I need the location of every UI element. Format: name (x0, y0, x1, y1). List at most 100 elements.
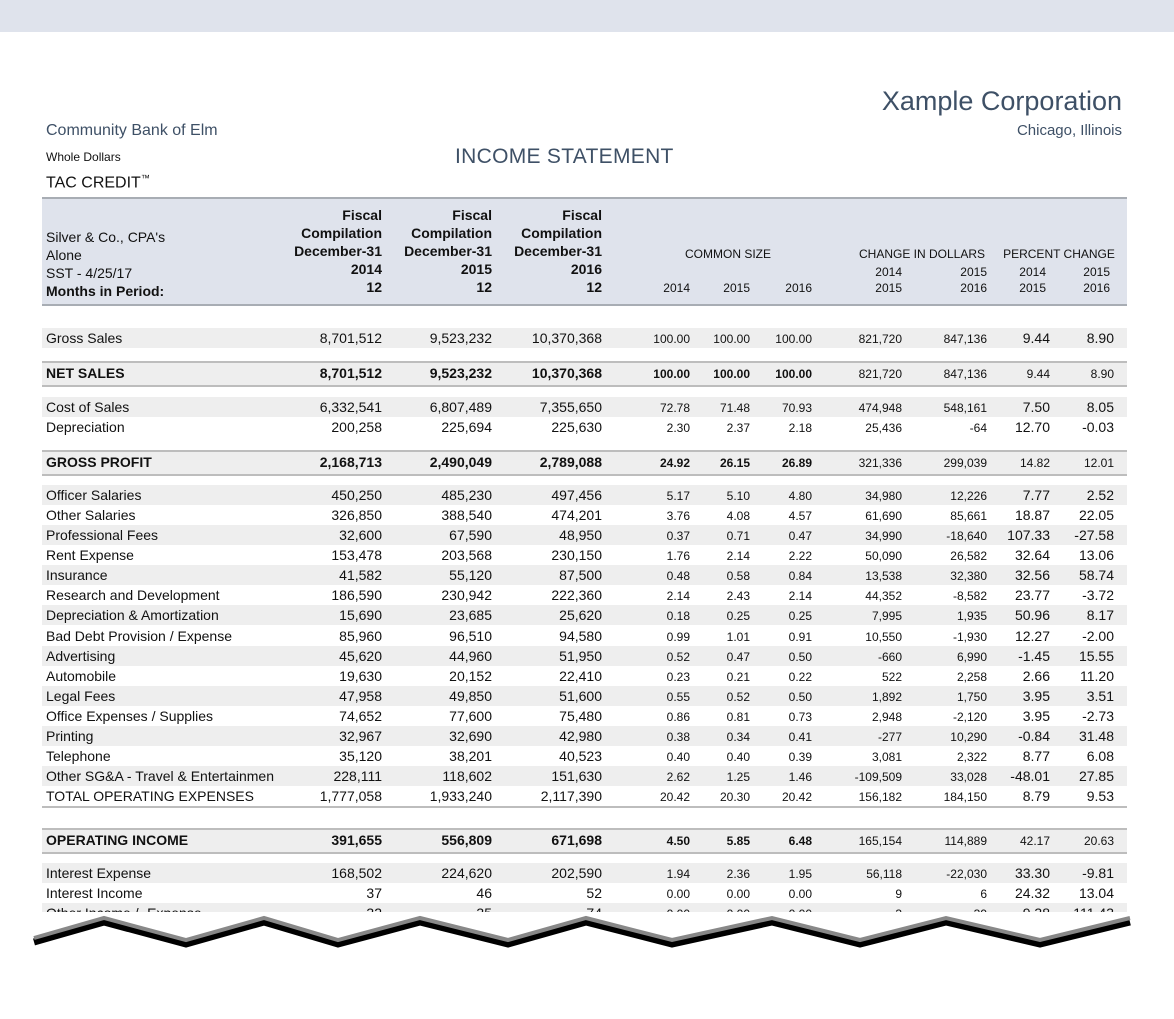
percent-change-value: 2.66 (1022, 668, 1050, 684)
percent-change-to-2: 2016 (1083, 281, 1110, 295)
fiscal-value: 118,602 (442, 768, 492, 784)
fiscal-value: 87,500 (559, 567, 602, 583)
row-label: Gross Sales (46, 330, 123, 346)
row-label: Office Expenses / Supplies (46, 708, 214, 724)
percent-change-value: 107.33 (1007, 527, 1050, 543)
percent-change-value: 3.95 (1022, 688, 1050, 704)
common-size-value: 2.30 (666, 421, 690, 435)
row-label: Insurance (46, 567, 108, 583)
common-size-value: 0.71 (726, 529, 750, 543)
preparer-line-3: SST - 4/25/17 (46, 265, 133, 281)
fiscal-value: 48,950 (559, 527, 602, 543)
change-dollars-value: 2,258 (956, 670, 987, 684)
percent-change-value: 22.05 (1078, 507, 1114, 523)
percent-change-value: 8.90 (1086, 330, 1114, 346)
fiscal-value: 228,111 (333, 768, 382, 784)
fiscal-value: 41,582 (339, 567, 382, 583)
statement-row: Telephone 35,120 38,201 40,523 0.40 0.40 0.39 3… (42, 746, 1127, 766)
statement-row: Cost of Sales 6,332,541 6,807,489 7,355,650… (42, 397, 1127, 417)
percent-change-value: -2.00 (1082, 628, 1114, 644)
fiscal-2015-year: 2015 (460, 261, 492, 277)
fiscal-value: 1,777,058 (319, 788, 382, 804)
common-size-value: 0.81 (726, 710, 750, 724)
change-dollars-value: -277 (877, 730, 902, 744)
statement-row: Research and Development 186,590 230,942 22… (42, 585, 1127, 605)
fiscal-value: 6,332,541 (319, 399, 382, 415)
fiscal-2014-year: 2014 (350, 261, 382, 277)
percent-change-value: 11.20 (1080, 668, 1114, 684)
fiscal-value: 225,630 (551, 419, 602, 435)
statement-row: OPERATING INCOME 391,655 556,809 671,698 4.5… (42, 828, 1127, 854)
fiscal-2016-months: 12 (586, 279, 602, 295)
percent-change-value: 9.53 (1086, 788, 1114, 804)
income-statement-document: Xample Corporation Chicago, Illinois Com… (0, 32, 1174, 1019)
row-label: Rent Expense (46, 547, 134, 563)
row-label: NET SALES (46, 365, 125, 381)
fiscal-value: 9,523,232 (429, 365, 492, 381)
fiscal-value: 44,960 (449, 648, 492, 664)
fiscal-value: 49,850 (449, 688, 492, 704)
common-size-heading: COMMON SIZE (685, 247, 771, 261)
percent-change-value: 20.63 (1083, 834, 1114, 848)
fiscal-2015-line2: Compilation (411, 225, 492, 241)
fiscal-value: 1,933,240 (429, 788, 492, 804)
fiscal-value: 7,355,650 (539, 399, 602, 415)
change-dollars-value: 821,720 (858, 367, 902, 381)
change-dollars-value: -8,582 (952, 589, 987, 603)
fiscal-value: 45,620 (339, 648, 382, 664)
common-size-value: 0.00 (726, 887, 750, 901)
torn-page-edge (0, 912, 1174, 1019)
percent-change-value: -3.72 (1082, 587, 1114, 603)
fiscal-value: 391,655 (331, 832, 382, 848)
fiscal-value: 474,201 (551, 507, 602, 523)
common-size-value: 26.15 (719, 456, 750, 470)
common-size-value: 71.48 (719, 401, 750, 415)
change-dollars-to-1: 2015 (875, 281, 902, 295)
statement-row: Professional Fees 32,600 67,590 48,950 0.37 0… (42, 525, 1127, 545)
months-label: Months in Period: (46, 283, 165, 299)
common-size-value: 72.78 (659, 401, 690, 415)
common-size-value: 1.95 (788, 867, 812, 881)
statement-row: Officer Salaries 450,250 485,230 497,456 5.1… (42, 485, 1127, 505)
percent-change-value: -27.58 (1074, 527, 1114, 543)
percent-change-value: 2.52 (1086, 487, 1114, 503)
statement-row: Depreciation 200,258 225,694 225,630 2.30 2.3… (42, 417, 1127, 437)
common-size-value: 5.10 (726, 489, 750, 503)
common-size-value: 0.39 (788, 750, 812, 764)
fiscal-2014-line3: December-31 (294, 243, 382, 259)
change-dollars-to-2: 2016 (960, 281, 987, 295)
change-dollars-value: 44,352 (865, 589, 902, 603)
change-dollars-value: -109,509 (854, 770, 902, 784)
fiscal-value: 8,701,512 (319, 330, 382, 346)
common-size-value: 0.37 (666, 529, 690, 543)
fiscal-value: 15,690 (339, 607, 382, 623)
percent-change-value: 8.77 (1022, 748, 1050, 764)
statement-row: Automobile 19,630 20,152 22,410 0.23 0.21 0.22… (42, 666, 1127, 686)
percent-change-value: 13.04 (1078, 885, 1114, 901)
fiscal-value: 35,120 (339, 748, 382, 764)
change-dollars-value: 114,889 (944, 834, 988, 848)
fiscal-value: 225,694 (441, 419, 492, 435)
common-size-value: 20.42 (659, 790, 690, 804)
percent-change-value: -0.84 (1018, 728, 1050, 744)
row-label: Professional Fees (46, 527, 159, 543)
percent-change-value: 12.01 (1083, 456, 1114, 470)
percent-change-value: 32.56 (1014, 567, 1050, 583)
fiscal-value: 96,510 (449, 628, 492, 644)
common-size-value: 100.00 (653, 367, 690, 381)
common-size-value: 0.55 (666, 690, 690, 704)
percent-change-value: 15.55 (1078, 648, 1114, 664)
percent-change-value: 58.74 (1078, 567, 1114, 583)
fiscal-value: 485,230 (441, 487, 492, 503)
statement-row: Legal Fees 47,958 49,850 51,600 0.55 0.52 0.50… (42, 686, 1127, 706)
fiscal-2014-line1: Fiscal (342, 207, 382, 223)
common-size-value: 0.38 (666, 730, 690, 744)
fiscal-value: 2,117,390 (540, 788, 602, 804)
change-dollars-value: 847,136 (943, 367, 987, 381)
common-size-value: 0.48 (666, 569, 690, 583)
change-dollars-value: 2,322 (956, 750, 987, 764)
column-header: Silver & Co., CPA's Alone SST - 4/25/17 … (42, 197, 1127, 306)
fiscal-value: 202,590 (551, 865, 602, 881)
common-size-value: 100.00 (713, 332, 750, 346)
percent-change-value: -0.03 (1082, 419, 1114, 435)
